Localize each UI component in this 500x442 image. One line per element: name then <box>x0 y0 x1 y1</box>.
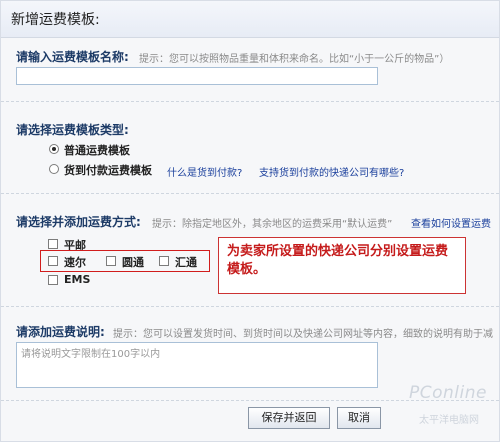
shipping-note-hint: 提示：您可以设置发货时间、到货时间以及快递公司网址等内容，细致的说明有助于减 <box>113 329 493 340</box>
divider <box>1 193 499 194</box>
what-is-cod-link[interactable]: 什么是货到付款? <box>167 164 242 179</box>
template-name-input[interactable] <box>16 67 378 85</box>
shipping-template-panel: 新增运费模板: 请输入运费模板名称: 提示：您可以按照物品重量和体积来命名。比如… <box>0 0 500 442</box>
carrier-ems-label: EMS <box>64 273 91 286</box>
radio-cod-template-label: 货到付款运费模板 <box>64 164 152 177</box>
shipping-method-hint: 提示：除指定地区外，其余地区的运费采用“默认运费” <box>152 219 393 230</box>
shipping-method-label: 请选择并添加运费方式: <box>16 215 141 229</box>
template-name-label: 请输入运费模板名称: <box>16 50 129 64</box>
how-to-set-shipping-link[interactable]: 查看如何设置运费 <box>411 215 491 230</box>
template-name-hint: 提示：您可以按照物品重量和体积来命名。比如“小于一公斤的物品”） <box>139 54 450 65</box>
checkbox-ems[interactable] <box>48 275 58 285</box>
divider <box>1 101 499 102</box>
checkbox-yuantong[interactable] <box>106 256 116 266</box>
cancel-button[interactable]: 取消 <box>337 407 381 429</box>
checkbox-huitong[interactable] <box>159 256 169 266</box>
radio-normal-template-label: 普通运费模板 <box>64 144 130 157</box>
template-type-label: 请选择运费模板类型: <box>16 123 129 137</box>
radio-cod-template[interactable] <box>49 164 59 174</box>
page-title: 新增运费模板: <box>11 12 100 28</box>
shipping-note-label: 请添加运费说明: <box>16 325 105 339</box>
watermark-caption: 太平洋电脑网 <box>419 415 479 426</box>
carrier-huitong-label: 汇通 <box>175 256 197 269</box>
divider <box>1 306 499 307</box>
carrier-suer-label: 速尔 <box>64 256 86 269</box>
radio-normal-template[interactable] <box>49 144 59 154</box>
save-and-return-button[interactable]: 保存并返回 <box>248 407 330 429</box>
checkbox-pingyou[interactable] <box>48 239 58 249</box>
panel-header: 新增运费模板: <box>1 1 499 38</box>
shipping-note-textarea[interactable]: 请将说明文字限制在100字以内 <box>16 342 378 388</box>
carrier-yuantong-label: 圆通 <box>122 256 144 269</box>
watermark-logo: PConline <box>409 383 487 403</box>
cod-carriers-link[interactable]: 支持货到付款的快递公司有哪些? <box>259 164 404 179</box>
annotation-callout: 为卖家所设置的快递公司分别设置运费模板。 <box>218 237 466 294</box>
checkbox-suer[interactable] <box>48 256 58 266</box>
